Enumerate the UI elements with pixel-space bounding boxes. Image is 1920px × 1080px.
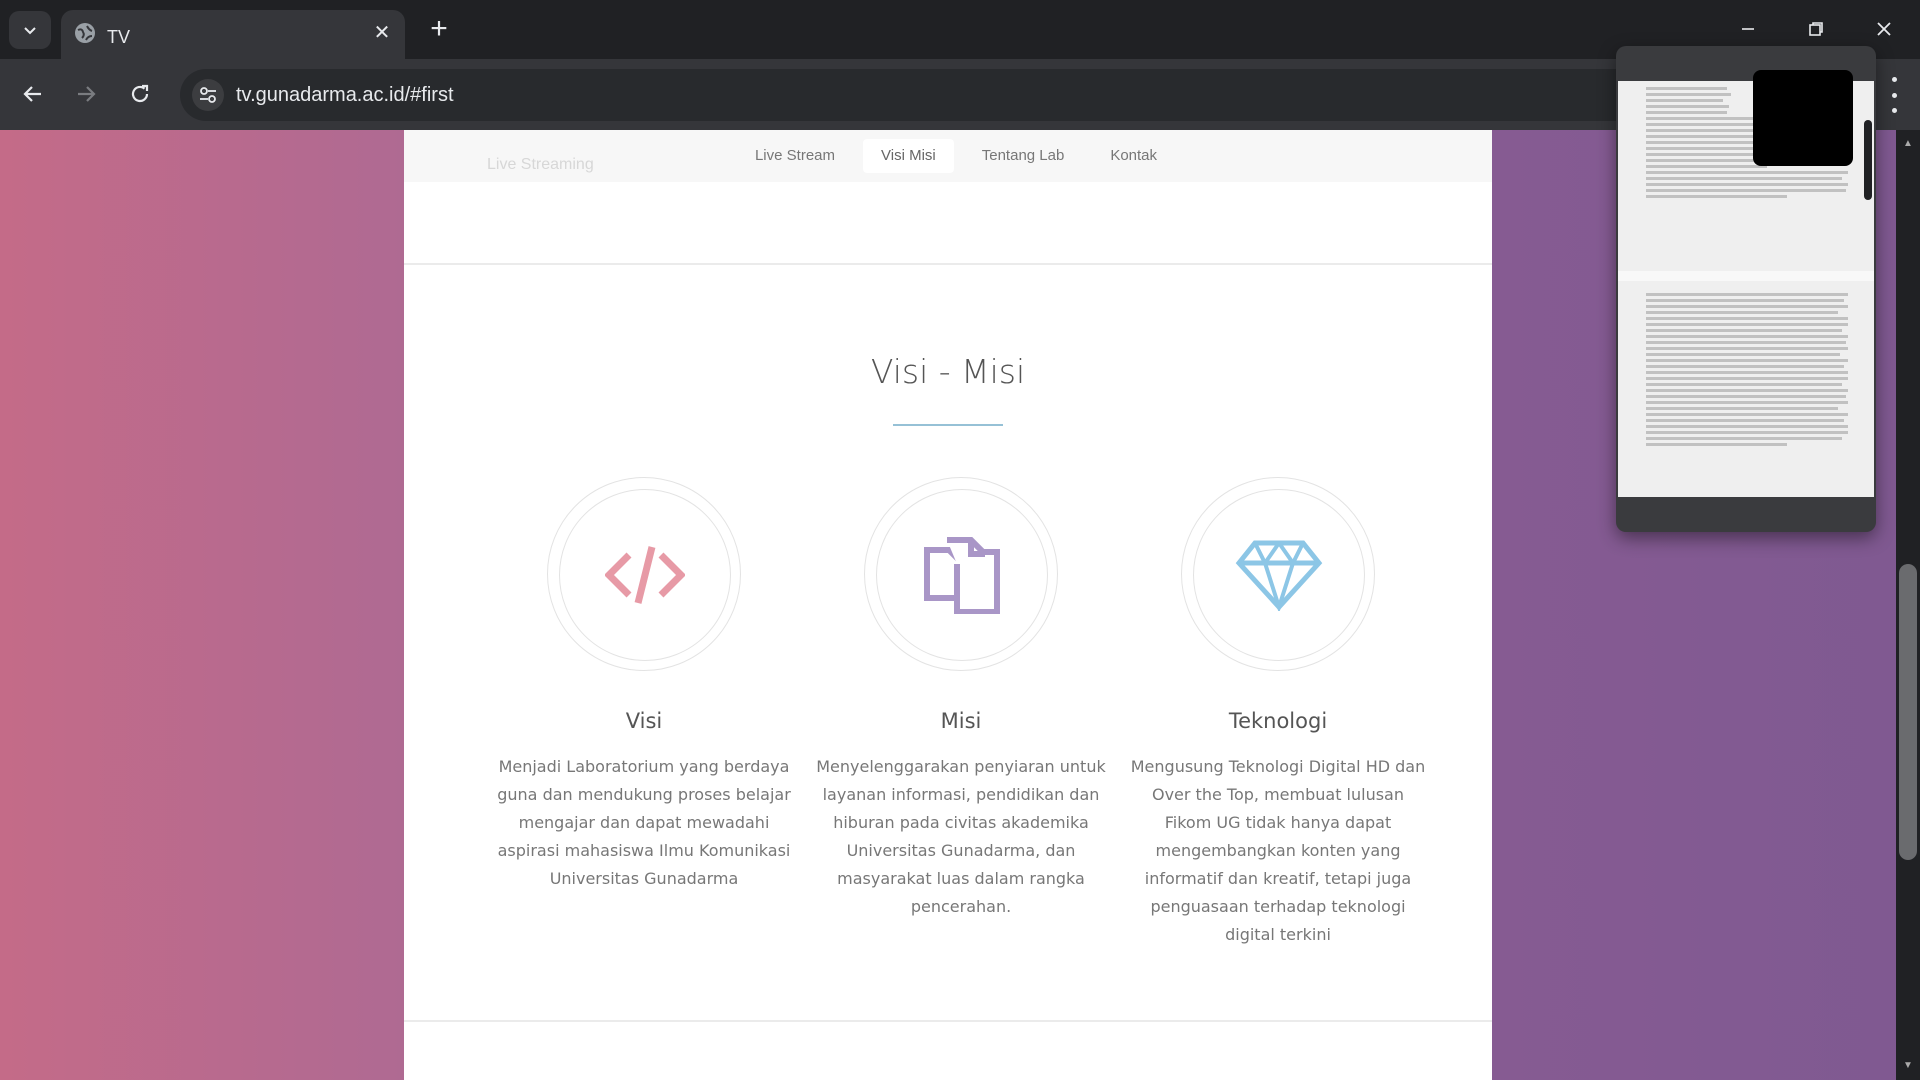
feature-text: Mengusung Teknologi Digital HD dan Over … — [1130, 757, 1426, 944]
arrow-left-icon — [23, 86, 41, 102]
active-tab[interactable]: TV ✕ — [61, 10, 405, 59]
icon-circle — [864, 477, 1058, 671]
feature-teknologi: Teknologi Mengusung Teknologi Digital HD… — [1128, 477, 1428, 949]
copy-icon — [924, 537, 1000, 614]
nav-visi-misi[interactable]: Visi Misi — [863, 139, 954, 173]
restore-button[interactable] — [1796, 12, 1836, 46]
close-icon — [1877, 22, 1891, 36]
feature-text: Menjadi Laboratorium yang berdaya guna d… — [497, 757, 791, 888]
reload-icon — [131, 84, 149, 103]
diamond-icon — [1235, 540, 1323, 611]
tab-search-button[interactable] — [9, 11, 51, 49]
nav-live-stream[interactable]: Live Stream — [737, 139, 853, 173]
code-icon — [605, 546, 685, 604]
feature-title: Visi — [625, 709, 663, 733]
nav-links: Live Stream Visi Misi Tentang Lab Kontak — [404, 139, 1492, 173]
feature-visi: Visi Menjadi Laboratorium yang berdaya g… — [494, 477, 794, 893]
feature-title: Teknologi — [1228, 709, 1328, 733]
forward-button[interactable] — [67, 75, 105, 113]
tune-icon — [200, 87, 216, 103]
section-divider-top — [404, 263, 1492, 265]
url-text: tv.gunadarma.ac.id/#first — [236, 84, 454, 106]
reload-button[interactable] — [121, 75, 159, 113]
scroll-down-icon[interactable]: ▼ — [1901, 1060, 1915, 1074]
new-tab-button[interactable]: + — [423, 14, 455, 46]
main-content: Live Streaming Live Stream Visi Misi Ten… — [404, 130, 1492, 1080]
pip-scrollbar[interactable] — [1864, 120, 1872, 200]
browser-menu-icon[interactable] — [1884, 77, 1904, 113]
feature-title: Misi — [940, 709, 982, 733]
scroll-up-icon[interactable]: ▲ — [1901, 138, 1915, 152]
nav-kontak[interactable]: Kontak — [1092, 139, 1175, 173]
minimize-icon — [1742, 28, 1754, 30]
nav-tentang-lab[interactable]: Tentang Lab — [964, 139, 1083, 173]
address-bar[interactable]: tv.gunadarma.ac.id/#first — [180, 69, 1660, 121]
section-title: Visi - Misi — [870, 352, 1026, 391]
tab-title: TV — [107, 27, 131, 47]
close-tab-icon[interactable]: ✕ — [371, 22, 393, 44]
feature-text: Menyelenggarakan penyiaran untuk layanan… — [816, 757, 1106, 916]
picture-in-picture-window[interactable] — [1616, 46, 1876, 532]
close-window-button[interactable] — [1864, 12, 1904, 46]
minimize-button[interactable] — [1728, 12, 1768, 46]
site-nav: Live Streaming Live Stream Visi Misi Ten… — [404, 130, 1492, 182]
back-button[interactable] — [14, 75, 52, 113]
scrollbar-thumb[interactable] — [1899, 564, 1917, 860]
arrow-right-icon — [78, 86, 96, 102]
feature-misi: Misi Menyelenggarakan penyiaran untuk la… — [811, 477, 1111, 921]
chevron-down-icon — [24, 27, 36, 35]
page-scrollbar[interactable]: ▲ ▼ — [1896, 130, 1920, 1080]
section-divider-bottom — [404, 1020, 1492, 1022]
site-info-button[interactable] — [192, 79, 224, 111]
pip-video-overlay — [1753, 70, 1853, 166]
icon-circle — [547, 477, 741, 671]
title-underline — [893, 424, 1003, 426]
restore-icon — [1809, 22, 1823, 36]
globe-icon — [75, 23, 95, 43]
icon-circle — [1181, 477, 1375, 671]
